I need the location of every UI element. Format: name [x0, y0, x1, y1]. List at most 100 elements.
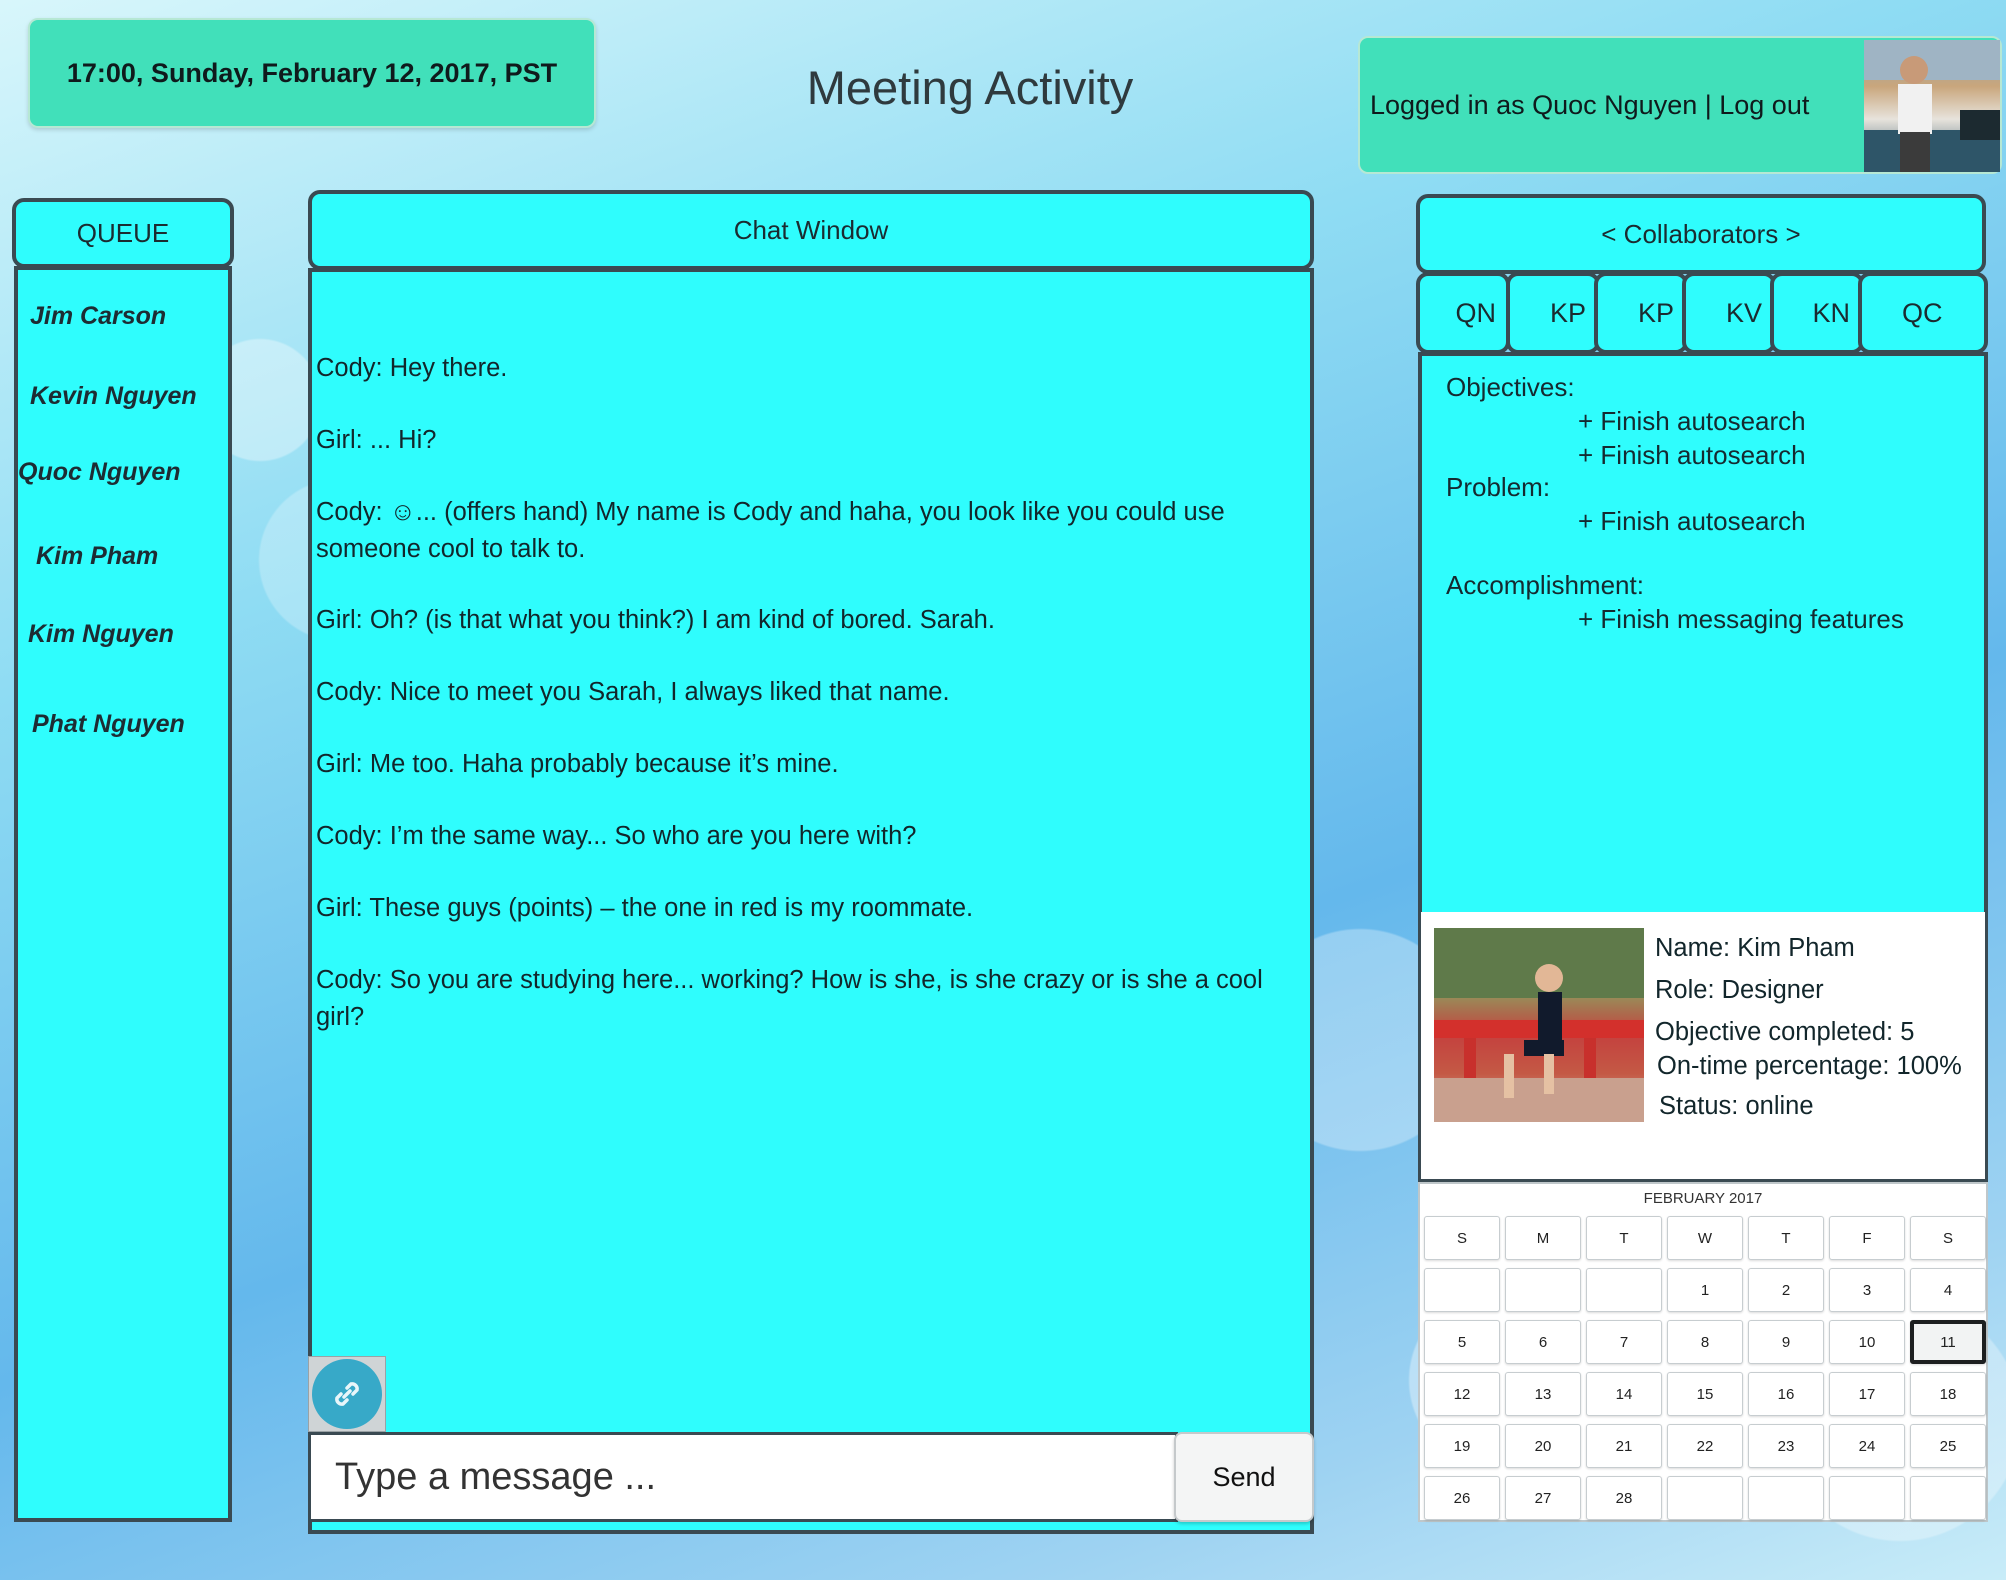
chat-message: Cody: Nice to meet you Sarah, I always l…	[316, 678, 950, 706]
queue-title: QUEUE	[76, 217, 170, 248]
calendar-day[interactable]: 3	[1829, 1268, 1905, 1312]
calendar-empty-cell	[1829, 1476, 1905, 1520]
calendar-day[interactable]: 22	[1667, 1424, 1743, 1468]
chat-message: Girl: ... Hi?	[316, 426, 437, 454]
calendar-weekday: T	[1748, 1216, 1824, 1260]
calendar-day[interactable]: 6	[1505, 1320, 1581, 1364]
collaborator-tab[interactable]: KP	[1594, 272, 1688, 354]
profile-name: Name: Kim Pham	[1655, 934, 1855, 962]
message-input[interactable]	[308, 1432, 1178, 1522]
collaborator-tab-label: KP	[1549, 297, 1586, 328]
calendar-title: FEBRUARY 2017	[1643, 1190, 1763, 1207]
calendar-weekday: S	[1910, 1216, 1986, 1260]
chat-message: Cody: I’m the same way... So who are you…	[316, 822, 917, 850]
calendar-empty-cell	[1748, 1476, 1824, 1520]
link-icon[interactable]	[312, 1359, 382, 1429]
calendar-weekday: W	[1667, 1216, 1743, 1260]
collaborator-details: Objectives: + Finish autosearch + Finish…	[1418, 352, 1988, 918]
calendar-weekday: T	[1586, 1216, 1662, 1260]
collaborator-tab[interactable]: KP	[1506, 272, 1600, 354]
collaborators-header[interactable]: < Collaborators >	[1416, 194, 1986, 274]
queue-list: Jim Carson Kevin Nguyen Quoc Nguyen Kim …	[14, 266, 232, 1522]
chat-title: Chat Window	[733, 214, 889, 245]
chat-header: Chat Window	[308, 190, 1314, 270]
calendar-day[interactable]: 1	[1667, 1268, 1743, 1312]
chat-message: Girl: Me too. Haha probably because it’s…	[316, 750, 839, 778]
calendar-day[interactable]: 5	[1424, 1320, 1500, 1364]
login-text[interactable]: Logged in as Quoc Nguyen | Log out	[1370, 90, 1809, 121]
chat-message: Girl: Oh? (is that what you think?) I am…	[316, 606, 995, 634]
calendar-day[interactable]: 9	[1748, 1320, 1824, 1364]
calendar-day[interactable]: 19	[1424, 1424, 1500, 1468]
calendar-empty-cell	[1667, 1476, 1743, 1520]
calendar-day[interactable]: 13	[1505, 1372, 1581, 1416]
profile-ontime: On-time percentage: 100%	[1657, 1052, 1962, 1080]
attach-link-button[interactable]	[308, 1356, 386, 1432]
calendar: FEBRUARY 2017 S M T W T F S 1 2 3 4 5 6 7 8 9 10 11 12 13 14…	[1418, 1182, 1988, 1522]
collaborator-tab[interactable]: KV	[1682, 272, 1776, 354]
collaborator-tab[interactable]: QN	[1416, 272, 1510, 354]
calendar-day[interactable]: 4	[1910, 1268, 1986, 1312]
chat-message: Girl: These guys (points) – the one in r…	[316, 894, 974, 922]
calendar-day[interactable]: 16	[1748, 1372, 1824, 1416]
send-button[interactable]: Send	[1174, 1432, 1314, 1522]
accomplishment-item: + Finish messaging features	[1578, 604, 1904, 634]
calendar-empty-cell	[1505, 1268, 1581, 1312]
calendar-day[interactable]: 21	[1586, 1424, 1662, 1468]
collaborator-tab[interactable]: QC	[1858, 272, 1988, 354]
chat-message: Cody: Hey there.	[316, 354, 508, 382]
calendar-empty-cell	[1424, 1268, 1500, 1312]
calendar-day[interactable]: 23	[1748, 1424, 1824, 1468]
queue-item[interactable]: Jim Carson	[30, 302, 166, 331]
calendar-day[interactable]: 11	[1910, 1320, 1986, 1364]
calendar-day[interactable]: 18	[1910, 1372, 1986, 1416]
calendar-empty-cell	[1910, 1476, 1986, 1520]
collaborator-tab-label: KN	[1812, 297, 1850, 328]
calendar-day[interactable]: 26	[1424, 1476, 1500, 1520]
queue-item[interactable]: Kim Nguyen	[28, 620, 174, 649]
collaborator-tab-label: QC	[1902, 297, 1943, 328]
objective-item: + Finish autosearch	[1578, 406, 1806, 436]
collaborator-tab[interactable]: KN	[1770, 272, 1864, 354]
calendar-day[interactable]: 28	[1586, 1476, 1662, 1520]
objective-item: + Finish autosearch	[1578, 440, 1806, 470]
calendar-day[interactable]: 2	[1748, 1268, 1824, 1312]
user-avatar	[1864, 40, 2000, 172]
calendar-day[interactable]: 12	[1424, 1372, 1500, 1416]
calendar-empty-cell	[1586, 1268, 1662, 1312]
page-title: Meeting Activity	[806, 61, 1134, 114]
calendar-weekday: F	[1829, 1216, 1905, 1260]
datetime-display: 17:00, Sunday, February 12, 2017, PST	[28, 18, 596, 128]
chat-message: Cody: ☺... (offers hand) My name is Cody…	[316, 498, 1225, 563]
chat-messages: Cody: Hey there. Girl: ... Hi? Cody: ☺..…	[308, 268, 1314, 1534]
calendar-day[interactable]: 15	[1667, 1372, 1743, 1416]
calendar-weekday: M	[1505, 1216, 1581, 1260]
problem-item: + Finish autosearch	[1578, 506, 1806, 536]
profile-role: Role: Designer	[1655, 976, 1824, 1004]
queue-item[interactable]: Phat Nguyen	[32, 710, 185, 739]
calendar-day[interactable]: 8	[1667, 1320, 1743, 1364]
calendar-day[interactable]: 14	[1586, 1372, 1662, 1416]
queue-item[interactable]: Kim Pham	[36, 542, 158, 571]
queue-item[interactable]: Kevin Nguyen	[30, 382, 197, 411]
queue-header: QUEUE	[12, 198, 234, 268]
collaborator-tab-label: KV	[1725, 297, 1762, 328]
collaborators-title[interactable]: < Collaborators >	[1601, 219, 1800, 250]
problem-label: Problem:	[1446, 472, 1551, 502]
calendar-day[interactable]: 7	[1586, 1320, 1662, 1364]
calendar-weekday: S	[1424, 1216, 1500, 1260]
calendar-day[interactable]: 27	[1505, 1476, 1581, 1520]
calendar-day[interactable]: 24	[1829, 1424, 1905, 1468]
accomplishment-label: Accomplishment:	[1446, 570, 1644, 600]
objectives-label: Objectives:	[1446, 372, 1575, 402]
queue-item[interactable]: Quoc Nguyen	[18, 458, 181, 487]
profile-photo	[1434, 928, 1644, 1122]
calendar-day[interactable]: 10	[1829, 1320, 1905, 1364]
profile-status: Status: online	[1659, 1092, 1814, 1120]
chat-message: Cody: So you are studying here... workin…	[316, 966, 1263, 1031]
profile-objectives: Objective completed: 5	[1655, 1018, 1915, 1046]
calendar-day[interactable]: 20	[1505, 1424, 1581, 1468]
calendar-day[interactable]: 25	[1910, 1424, 1986, 1468]
calendar-day[interactable]: 17	[1829, 1372, 1905, 1416]
collaborator-tab-label: QN	[1455, 297, 1497, 328]
